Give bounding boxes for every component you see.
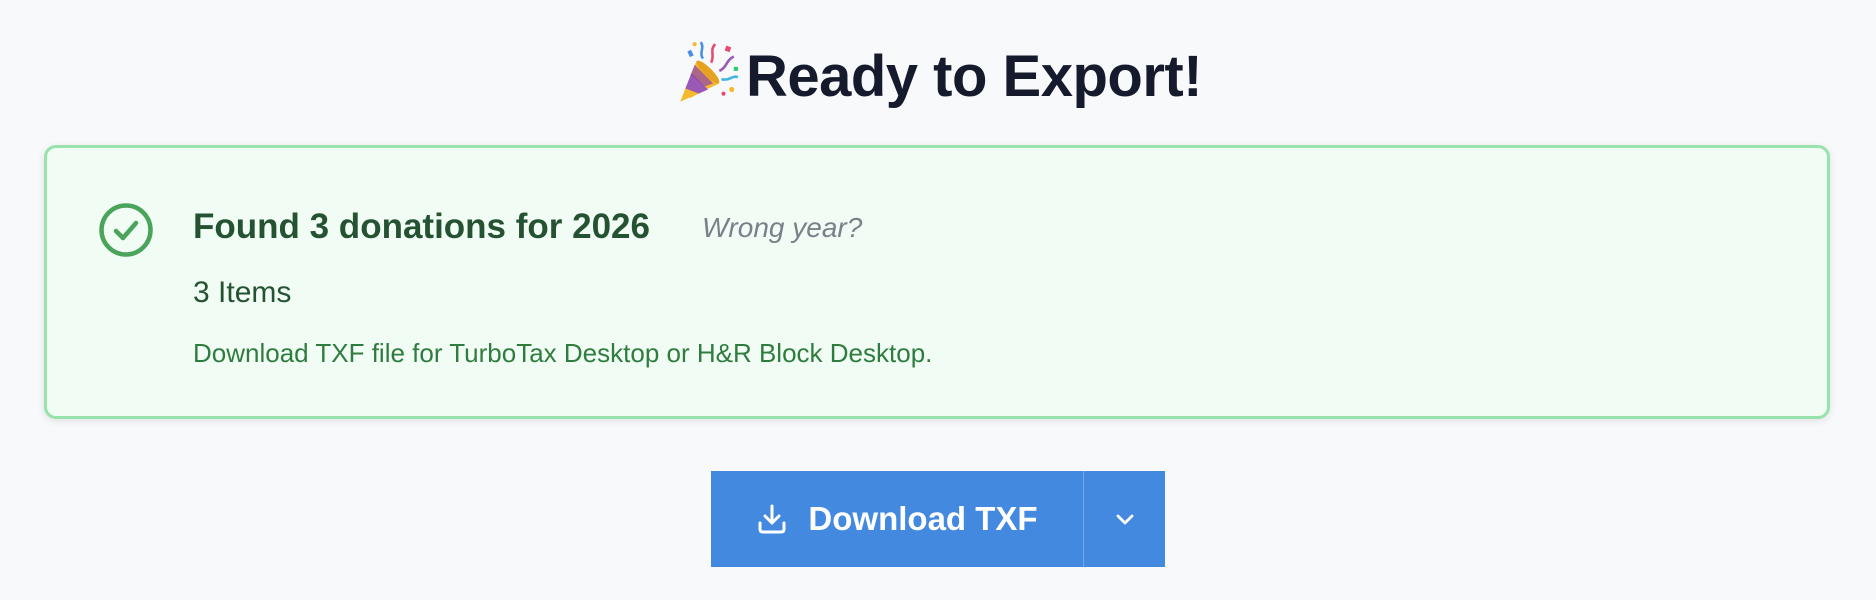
donations-found-heading: Found 3 donations for 2026 <box>193 207 650 246</box>
download-txf-button[interactable]: Download TXF <box>711 471 1083 567</box>
wrong-year-link[interactable]: Wrong year? <box>702 210 862 246</box>
download-txf-label: Download TXF <box>808 500 1038 537</box>
page-title: Ready to Export! <box>0 40 1876 112</box>
check-circle-icon <box>99 203 153 257</box>
export-page: Ready to Export! Found 3 donations for 2… <box>0 0 1876 600</box>
chevron-down-icon <box>1116 514 1133 525</box>
party-popper-icon <box>680 41 739 102</box>
export-description: Download TXF file for TurboTax Desktop o… <box>193 338 933 368</box>
page-title-text: Ready to Export! <box>745 44 1203 109</box>
download-icon <box>758 504 786 534</box>
download-button-group: Download TXF <box>711 471 1165 567</box>
export-summary-card: Found 3 donations for 2026 Wrong year? 3… <box>44 145 1830 419</box>
items-count: 3 Items <box>193 276 292 309</box>
download-options-toggle[interactable] <box>1084 471 1165 567</box>
